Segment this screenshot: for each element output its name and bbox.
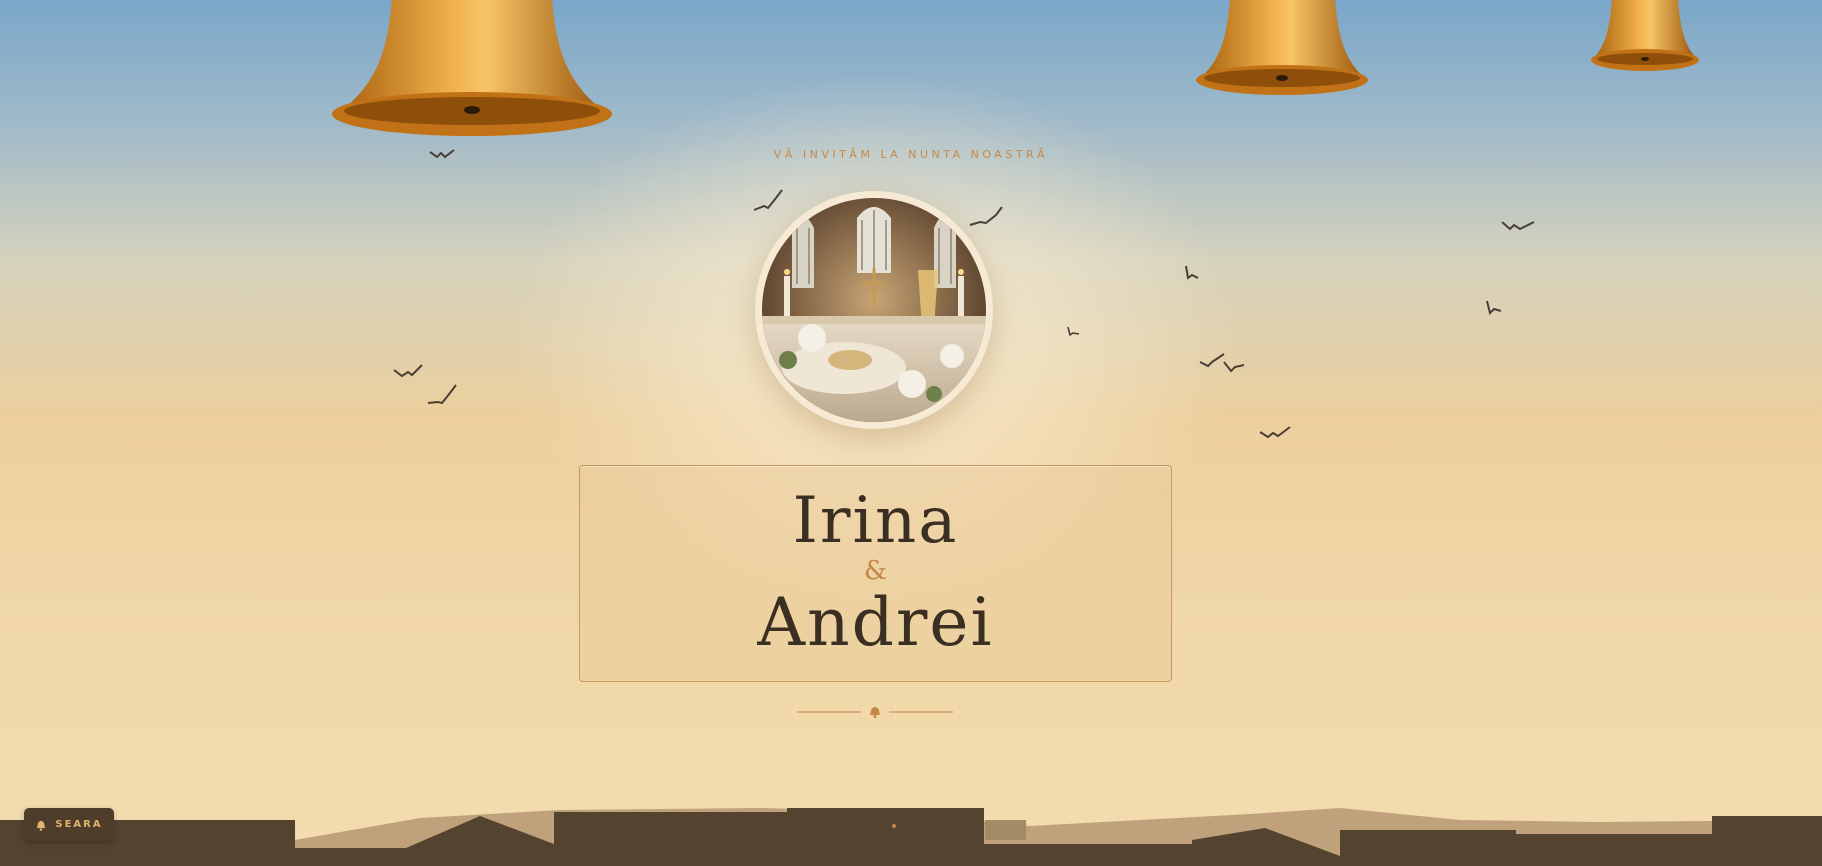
ampersand: &	[863, 556, 888, 586]
bird-icon	[1258, 424, 1292, 442]
bird-icon	[392, 362, 426, 380]
bell-divider	[797, 704, 953, 720]
bell-icon	[37, 820, 46, 831]
bird-icon	[1500, 216, 1535, 234]
bell-icon	[870, 707, 880, 715]
bride-name: Irina	[792, 484, 959, 558]
bird-icon	[1222, 359, 1256, 377]
bird-icon	[1183, 264, 1217, 282]
evening-mode-button[interactable]: SEARA	[24, 808, 114, 841]
evening-mode-label: SEARA	[55, 819, 103, 830]
invitation-tagline: VĂ INVITĂM LA NUNTA NOASTRĂ	[773, 148, 1049, 161]
church-altar-photo	[762, 198, 986, 422]
bell-middle-icon	[1195, 0, 1370, 100]
city-skyline	[0, 808, 1822, 866]
bird-icon	[1484, 299, 1518, 317]
groom-name: Andrei	[757, 584, 994, 661]
bell-left-icon	[330, 0, 615, 142]
bird-icon	[426, 383, 460, 405]
bird-icon	[1066, 325, 1100, 343]
bird-icon	[752, 188, 786, 211]
bell-right-icon	[1590, 0, 1700, 78]
couple-names-card: Irina & Andrei	[579, 465, 1172, 682]
bird-icon	[968, 205, 1003, 226]
hero-scene: VĂ INVITĂM LA NUNTA NOASTRĂ Irina & Andr…	[0, 0, 1822, 866]
